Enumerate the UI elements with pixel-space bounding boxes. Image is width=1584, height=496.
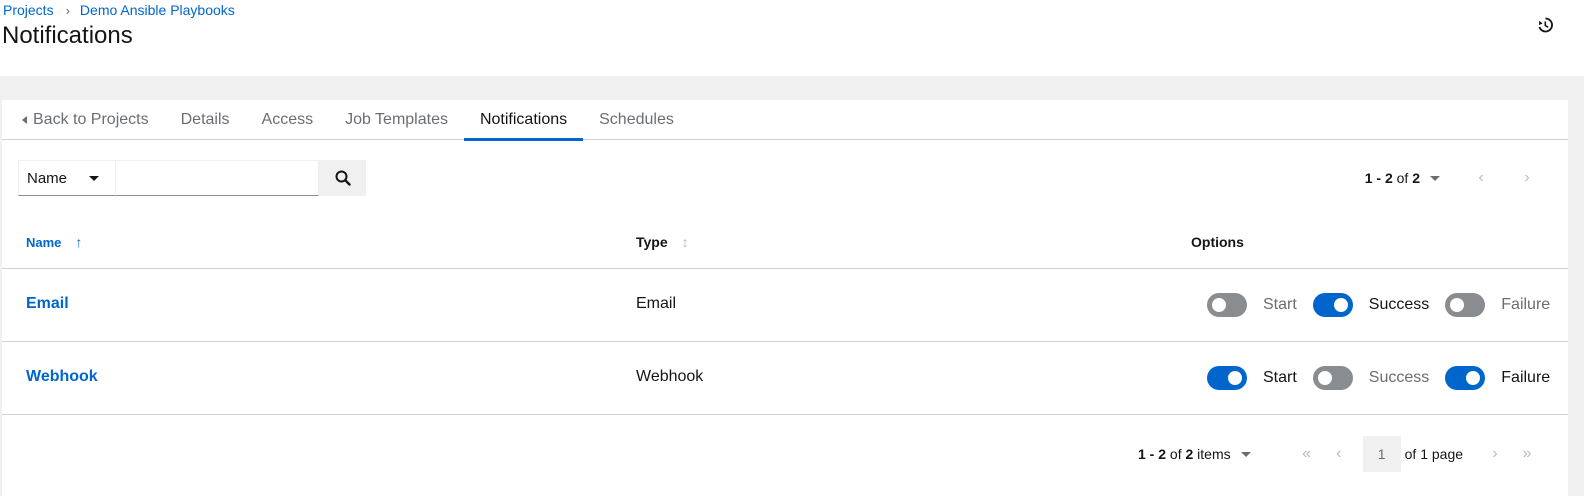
- pagination-toggle[interactable]: 1 - 2 of 2: [1365, 170, 1440, 186]
- previous-page-icon[interactable]: ‹: [1458, 169, 1504, 187]
- next-page-icon[interactable]: ›: [1479, 445, 1511, 463]
- failure-toggle[interactable]: [1445, 293, 1486, 317]
- breadcrumb-projects[interactable]: Projects: [3, 2, 54, 18]
- tab-label: Job Templates: [345, 111, 448, 128]
- start-label: Start: [1263, 296, 1297, 313]
- column-header-options: Options: [1191, 234, 1244, 250]
- notification-name-link[interactable]: Email: [26, 295, 69, 313]
- search-input[interactable]: [116, 160, 319, 196]
- pagination-top: 1 - 2 of 2 ‹ ›: [1365, 160, 1550, 196]
- caret-down-icon: [1430, 175, 1440, 181]
- last-page-icon[interactable]: »: [1511, 445, 1543, 463]
- sort-ascending-icon: ↑: [75, 234, 83, 250]
- tab-back-to-projects[interactable]: Back to Projects: [2, 100, 165, 140]
- column-header-type[interactable]: Type ↕: [636, 234, 689, 250]
- sort-icon: ↕: [681, 234, 689, 250]
- table-header: Name ↑ Type ↕ Options: [2, 220, 1568, 269]
- toggle-knob: [1228, 371, 1242, 385]
- success-toggle[interactable]: [1312, 366, 1353, 390]
- tab-access[interactable]: Access: [246, 100, 330, 140]
- page-title: Notifications: [2, 22, 133, 49]
- pagination-of: of: [1396, 170, 1409, 186]
- column-label: Type: [636, 234, 668, 250]
- tab-job-templates[interactable]: Job Templates: [329, 100, 464, 140]
- notification-options: Start Success Failure: [1207, 293, 1566, 317]
- tab-notifications[interactable]: Notifications: [463, 100, 584, 141]
- toggle-knob: [1450, 298, 1465, 312]
- search-toolbar: Name: [18, 160, 366, 196]
- table-row: Email Email Start Success Failure: [2, 269, 1568, 342]
- breadcrumb-separator-icon: ›: [65, 2, 70, 18]
- tab-schedules[interactable]: Schedules: [583, 100, 690, 140]
- pagination-range: 1 - 2: [1138, 446, 1167, 462]
- pagination-total: 2: [1412, 170, 1420, 186]
- page-header: Projects › Demo Ansible Playbooks Notifi…: [0, 0, 1584, 76]
- start-label: Start: [1263, 369, 1297, 386]
- page-number-input[interactable]: 1: [1362, 436, 1401, 472]
- tab-bar: Back to Projects Details Access Job Temp…: [2, 100, 1568, 141]
- pagination-of: of: [1169, 446, 1182, 462]
- toggle-knob: [1466, 371, 1481, 385]
- column-header-name[interactable]: Name ↑: [26, 234, 82, 250]
- tab-label: Back to Projects: [33, 111, 149, 128]
- toggle-knob: [1212, 298, 1226, 312]
- pagination-toggle[interactable]: 1 - 2 of 2 items: [1138, 446, 1251, 462]
- tab-details[interactable]: Details: [165, 100, 246, 140]
- search-button[interactable]: [319, 160, 366, 196]
- success-toggle[interactable]: [1312, 293, 1353, 317]
- pagination-range: 1 - 2: [1364, 170, 1393, 186]
- failure-toggle[interactable]: [1445, 366, 1486, 390]
- next-page-icon[interactable]: ›: [1504, 169, 1550, 187]
- success-label: Success: [1368, 296, 1430, 313]
- previous-page-icon[interactable]: ‹: [1323, 445, 1355, 463]
- tab-label: Details: [180, 111, 230, 128]
- notification-options: Start Success Failure: [1207, 366, 1566, 390]
- history-icon[interactable]: [1536, 16, 1554, 34]
- pagination-bottom: 1 - 2 of 2 items « ‹ 1 of 1 page › »: [1138, 436, 1543, 472]
- breadcrumb-project[interactable]: Demo Ansible Playbooks: [80, 2, 235, 18]
- toggle-knob: [1333, 298, 1348, 312]
- breadcrumb: Projects › Demo Ansible Playbooks: [3, 2, 235, 18]
- notification-type: Email: [636, 295, 677, 312]
- filter-select[interactable]: Name: [18, 160, 116, 196]
- filter-select-label: Name: [27, 169, 68, 187]
- failure-label: Failure: [1501, 296, 1551, 313]
- start-toggle[interactable]: [1207, 293, 1247, 317]
- column-label: Options: [1191, 234, 1244, 250]
- failure-label: Failure: [1501, 369, 1551, 386]
- first-page-icon[interactable]: «: [1291, 445, 1323, 463]
- content-card: Back to Projects Details Access Job Temp…: [2, 100, 1568, 496]
- caret-left-icon: [22, 116, 27, 124]
- tab-label: Schedules: [599, 111, 674, 128]
- table-row: Webhook Webhook Start Success Failure: [2, 342, 1568, 415]
- notification-type: Webhook: [636, 368, 704, 385]
- tab-label: Notifications: [479, 111, 568, 128]
- start-toggle[interactable]: [1207, 366, 1247, 390]
- tab-label: Access: [261, 111, 314, 128]
- success-label: Success: [1368, 369, 1430, 386]
- toggle-knob: [1317, 371, 1332, 385]
- notification-name-link[interactable]: Webhook: [26, 368, 98, 386]
- caret-down-icon: [89, 176, 99, 181]
- column-label: Name: [26, 234, 62, 250]
- search-icon: [335, 170, 351, 186]
- page-count-label: of 1 page: [1404, 446, 1464, 462]
- caret-down-icon: [1240, 451, 1251, 457]
- pagination-items: items: [1197, 446, 1231, 462]
- pagination-total: 2: [1185, 446, 1194, 462]
